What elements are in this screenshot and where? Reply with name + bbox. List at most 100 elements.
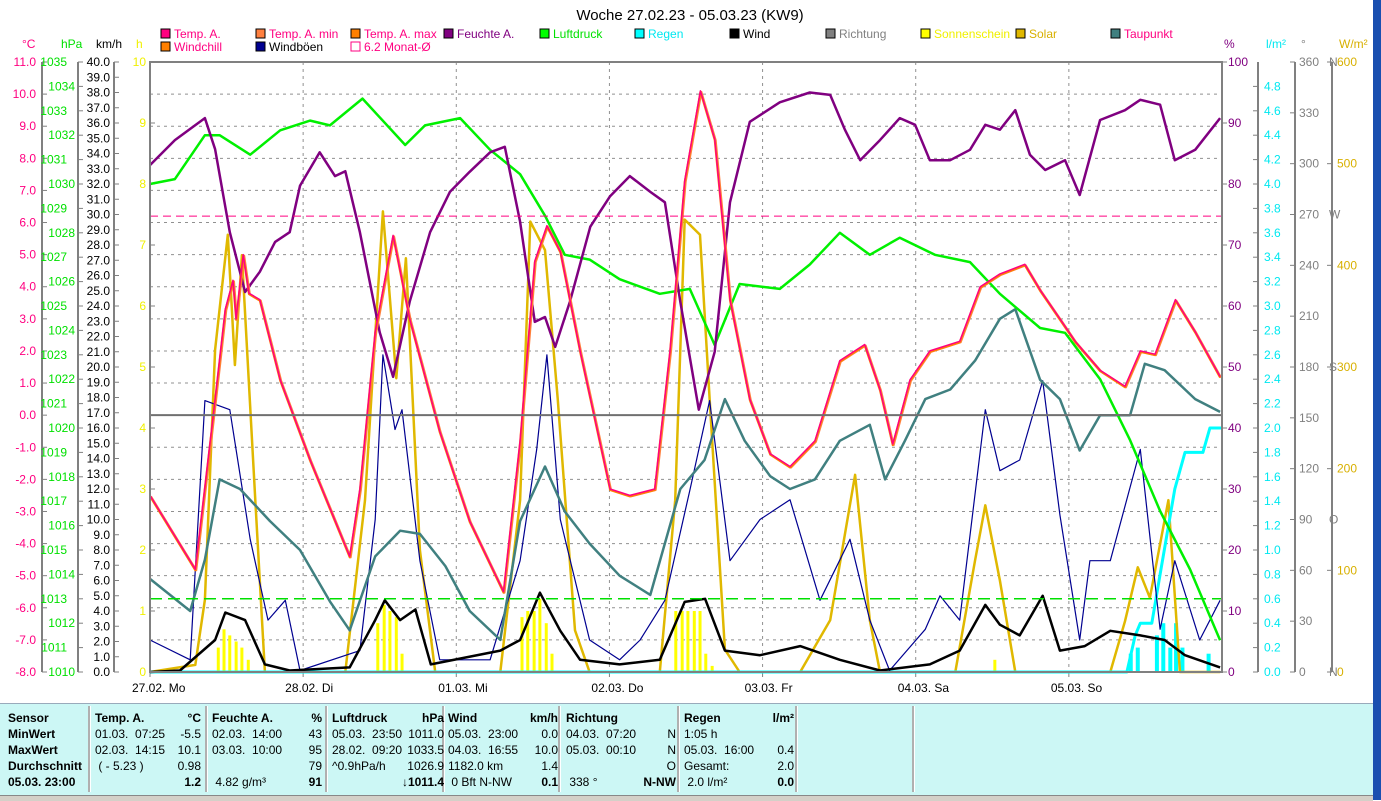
temp-tick-label: 10.0 (13, 87, 37, 101)
pressure-tick-label: 1031 (40, 153, 67, 167)
direction-tick-label: 120 (1299, 462, 1319, 476)
pressure-tick-label: 1019 (40, 445, 67, 459)
wind-tick-label: 38.0 (87, 86, 111, 100)
wind-tick-label: 31.0 (87, 192, 111, 206)
sun-tick-label: 9 (139, 116, 146, 130)
table-cell-value: 10.1 (177, 743, 201, 757)
solar-unit-label: W/m² (1339, 37, 1368, 51)
sunshine-bar (680, 611, 684, 672)
wind-tick-label: 0.0 (93, 665, 110, 679)
desktop-background-strip (1373, 0, 1381, 800)
wind-tick-label: 24.0 (87, 299, 111, 313)
sun-tick-label: 1 (139, 604, 146, 618)
temp-tick-label: 6.0 (19, 216, 36, 230)
table-cell-value: 0.0 (777, 775, 794, 789)
rain-tick-label: 4.0 (1264, 177, 1281, 191)
legend-swatch-icon (160, 28, 171, 39)
wind-tick-label: 12.0 (87, 482, 111, 496)
solar-tick-label: 100 (1337, 563, 1357, 577)
x-tick-label: 04.03. Sa (898, 681, 950, 695)
wind-line (149, 591, 1221, 674)
rain-tick-label: 3.2 (1264, 275, 1281, 289)
humidity-tick-label: 10 (1228, 604, 1242, 618)
wind-tick-label: 28.0 (87, 238, 111, 252)
wind-tick-label: 33.0 (87, 162, 111, 176)
table-column-separator (325, 706, 328, 792)
pressure-tick-label: 1017 (40, 494, 67, 508)
rain-tick-label: 0.4 (1264, 616, 1281, 630)
pressure-tick-label: 1021 (40, 397, 67, 411)
x-tick-label: 05.03. So (1051, 681, 1103, 695)
table-unit: km/h (529, 711, 558, 725)
sunshine-bar (993, 659, 997, 672)
rain-tick-label: 4.6 (1264, 104, 1281, 118)
sunshine-bar (550, 653, 554, 672)
sunshine-bar (228, 635, 232, 672)
pressure-tick-label: 1012 (48, 616, 75, 630)
pressure-tick-label: 1028 (48, 226, 75, 240)
rain-tick-label: 3.6 (1264, 226, 1281, 240)
solar-tick-label: 0 (1337, 665, 1344, 679)
pressure-tick-label: 1025 (40, 299, 67, 313)
table-cell-value: 0.98 (177, 759, 201, 773)
table-cell-value: 79 (308, 759, 322, 773)
sun-tick-label: 3 (139, 482, 146, 496)
sunshine-bar (382, 604, 386, 672)
wind-tick-label: 2.0 (93, 635, 110, 649)
humidity-tick-label: 70 (1228, 238, 1242, 252)
sunshine-bar (240, 647, 244, 672)
legend-label: 6.2 Monat-Ø (364, 40, 431, 54)
temp-tick-label: 4.0 (19, 280, 36, 294)
pressure-tick-label: 1010 (48, 665, 75, 679)
sunshine-bar (704, 653, 708, 672)
direction-tick-label: 60 (1299, 563, 1313, 577)
sunshine-bar (234, 641, 238, 672)
table-unit: l/m² (772, 711, 794, 725)
direction-tick-label: 0 (1299, 665, 1306, 679)
rain-bar (1168, 647, 1173, 672)
wind-tick-label: 36.0 (87, 116, 111, 130)
wind-tick-label: 8.0 (93, 543, 110, 557)
wind-gust-line (149, 354, 1221, 672)
solar-tick-label: 200 (1337, 462, 1357, 476)
sun-tick-label: 0 (139, 665, 146, 679)
direction-unit-label: ° (1301, 37, 1306, 51)
legend-swatch-icon (539, 28, 550, 39)
weather-week-chart: Woche 27.02.23 - 05.03.23 (KW9) Temp. A. T… (13, 7, 1368, 695)
sunshine-bar (394, 617, 398, 672)
pressure-tick-label: 1020 (48, 421, 75, 435)
x-tick-label: 03.03. Fr (745, 681, 793, 695)
rain-unit-label: l/m² (1266, 37, 1286, 51)
wind-tick-label: 4.0 (93, 604, 110, 618)
plot-frame (149, 61, 1223, 673)
wind-tick-label: 17.0 (87, 406, 111, 420)
humidity-tick-label: 40 (1228, 421, 1242, 435)
temp-tick-label: -4.0 (15, 537, 36, 551)
solar-tick-label: 500 (1337, 157, 1357, 171)
pressure-tick-label: 1013 (40, 592, 67, 606)
legend-swatch-icon (350, 28, 361, 39)
temp-tick-label: -1.0 (15, 440, 36, 454)
table-unit: hPa (421, 711, 444, 725)
rain-tick-label: 2.0 (1264, 421, 1281, 435)
rain-tick-label: 2.8 (1264, 323, 1281, 337)
table-cell-value: N-NW (643, 775, 676, 789)
rain-bar (1161, 623, 1166, 672)
x-tick-label: 02.03. Do (591, 681, 643, 695)
solar-tick-label: 300 (1337, 360, 1357, 374)
direction-tick-label: 210 (1299, 309, 1319, 323)
legend-swatch-icon (160, 41, 171, 52)
pressure-tick-label: 1032 (48, 128, 75, 142)
table-column-separator (88, 706, 91, 792)
wind-tick-label: 29.0 (87, 223, 111, 237)
table-cell-value: O (666, 759, 676, 773)
humidity-tick-label: 0 (1228, 665, 1235, 679)
table-cell-value: 1.2 (184, 775, 201, 789)
humidity-unit-label: % (1224, 37, 1235, 51)
humidity-tick-label: 50 (1228, 360, 1242, 374)
direction-tick-label: 150 (1299, 411, 1319, 425)
legend-swatch-icon (443, 28, 454, 39)
wind-tick-label: 21.0 (87, 345, 111, 359)
table-unit: % (311, 711, 322, 725)
pressure-tick-label: 1016 (48, 519, 75, 533)
